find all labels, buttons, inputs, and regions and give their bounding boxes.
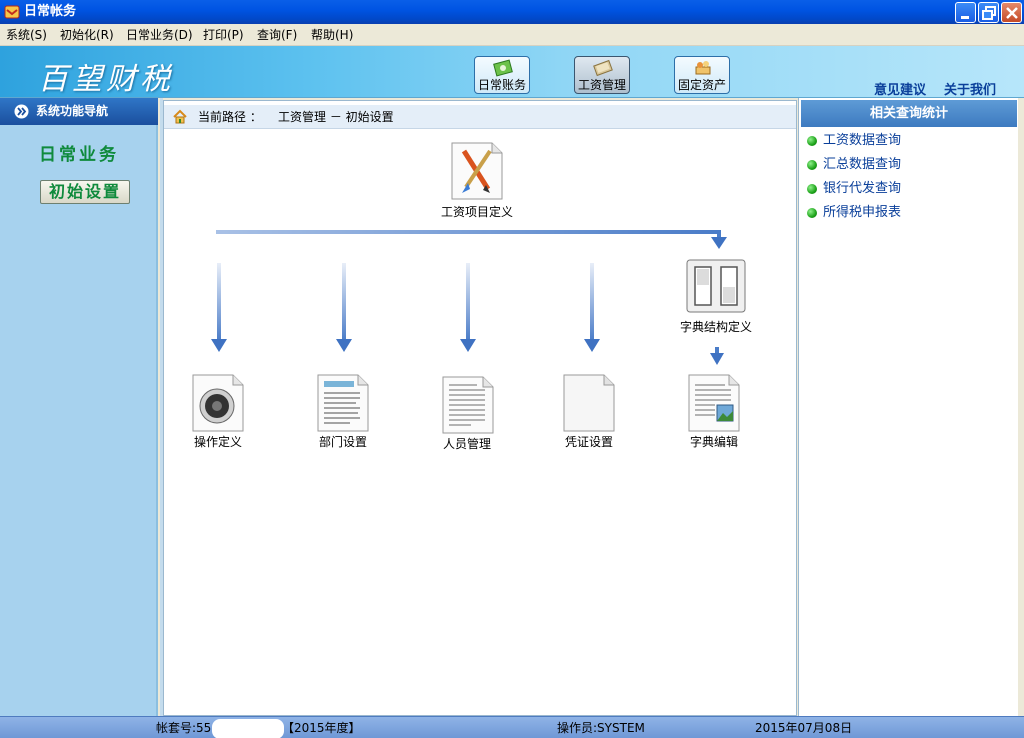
image-document-icon xyxy=(688,374,740,432)
restore-icon xyxy=(982,6,996,20)
menu-help[interactable]: 帮助(H) xyxy=(311,27,353,43)
module-assets-label: 固定资产 xyxy=(677,78,726,92)
department-settings-node[interactable] xyxy=(316,373,370,433)
dictionary-structure-node[interactable] xyxy=(686,259,746,313)
bank-payroll-query-text: 银行代发查询 xyxy=(823,181,902,196)
menu-init[interactable]: 初始化(R) xyxy=(60,27,114,43)
document-icon xyxy=(317,374,369,432)
summary-data-query-text: 汇总数据查询 xyxy=(823,157,902,172)
blank-page-icon xyxy=(563,374,615,432)
voucher-settings-label: 凭证设置 xyxy=(564,435,613,449)
flow-arrow-5 xyxy=(710,347,724,365)
app-icon xyxy=(4,5,20,19)
left-nav-header: 系统功能导航 xyxy=(0,98,158,125)
department-settings-label: 部门设置 xyxy=(318,435,367,449)
right-edge xyxy=(1018,98,1024,716)
ledger-icon xyxy=(493,59,513,77)
left-nav: 系统功能导航 日常业务 初始设置 xyxy=(0,98,158,716)
assets-icon xyxy=(695,61,711,75)
minimize-icon xyxy=(961,16,969,19)
green-dot-icon xyxy=(807,160,817,170)
text-document-icon xyxy=(442,376,494,434)
menu-daily[interactable]: 日常业务(D) xyxy=(126,27,193,43)
about-link[interactable]: 关于我们 xyxy=(944,79,996,98)
status-account: 帐套号:55 xyxy=(156,721,212,735)
restore-button[interactable] xyxy=(978,2,999,23)
voucher-settings-node[interactable] xyxy=(562,373,616,433)
module-ledger-button[interactable]: 日常账务 xyxy=(474,56,530,94)
green-dot-icon xyxy=(807,184,817,194)
main-panel: 当前路径 ： 工资管理 － 初始设置 工资项目定义 字典结构定义 操作定义 部门… xyxy=(163,100,797,716)
dictionary-edit-node[interactable] xyxy=(687,373,741,433)
right-panel: 相关查询统计 工资数据查询 汇总数据查询 银行代发查询 所得税申报表 xyxy=(798,98,1018,716)
module-assets-button[interactable]: 固定资产 xyxy=(674,56,730,94)
window-title: 日常帐务 xyxy=(24,4,77,19)
personnel-management-node[interactable] xyxy=(441,375,495,435)
redacted-area xyxy=(212,719,284,738)
speaker-icon xyxy=(192,374,244,432)
double-chevron-icon xyxy=(14,104,29,119)
status-date: 2015年07月08日 xyxy=(755,721,853,735)
menu-bar: 系统(S) 初始化(R) 日常业务(D) 打印(P) 查询(F) 帮助(H) xyxy=(0,24,1024,46)
status-bar: 帐套号:55 【2015年度】 操作员:SYSTEM 2015年07月08日 xyxy=(0,716,1024,738)
salary-data-query-text: 工资数据查询 xyxy=(823,133,902,148)
flow-arrow-top-right xyxy=(717,230,721,238)
toggle-switches-icon xyxy=(686,259,746,313)
money-icon xyxy=(593,59,613,77)
operation-definition-label: 操作定义 xyxy=(193,435,242,449)
left-nav-title: 系统功能导航 xyxy=(36,104,109,118)
dictionary-structure-label: 字典结构定义 xyxy=(679,320,752,334)
flow-arrow-3 xyxy=(460,263,476,352)
status-operator: 操作员:SYSTEM xyxy=(557,721,645,735)
green-dot-icon xyxy=(807,208,817,218)
menu-query[interactable]: 查询(F) xyxy=(257,27,297,43)
flow-arrow-4 xyxy=(584,263,600,352)
flow-arrow-1 xyxy=(211,263,227,352)
flow-horizontal-line xyxy=(216,230,720,234)
title-bar: 日常帐务 xyxy=(0,0,1024,24)
banner: 百望财税 日常账务 工资管理 固定资产 xyxy=(0,46,1024,98)
menu-system[interactable]: 系统(S) xyxy=(6,27,47,43)
salary-item-definition-label: 工资项目定义 xyxy=(440,205,513,219)
green-dot-icon xyxy=(807,136,817,146)
init-settings-button[interactable]: 初始设置 xyxy=(40,180,130,204)
close-button[interactable] xyxy=(1001,2,1022,23)
flow-arrow-top-right-head xyxy=(711,237,727,249)
personnel-management-label: 人员管理 xyxy=(442,437,491,451)
nav-section-daily[interactable]: 日常业务 xyxy=(0,140,158,165)
brush-pencil-icon xyxy=(451,142,503,200)
module-salary-label: 工资管理 xyxy=(577,78,626,92)
right-panel-header: 相关查询统计 xyxy=(801,100,1017,127)
close-icon xyxy=(1006,7,1018,19)
feedback-link[interactable]: 意见建议 xyxy=(874,79,926,98)
operation-definition-node[interactable] xyxy=(191,373,245,433)
minimize-button[interactable] xyxy=(955,2,976,23)
income-tax-report-text: 所得税申报表 xyxy=(823,205,902,220)
menu-print[interactable]: 打印(P) xyxy=(203,27,244,43)
dictionary-edit-label: 字典编辑 xyxy=(689,435,738,449)
flow-arrow-2 xyxy=(336,263,352,352)
module-salary-button[interactable]: 工资管理 xyxy=(574,56,630,94)
status-year: 【2015年度】 xyxy=(282,721,361,735)
module-ledger-label: 日常账务 xyxy=(477,78,526,92)
salary-item-definition-node[interactable] xyxy=(450,141,504,201)
app-logo: 百望财税 xyxy=(38,62,174,97)
